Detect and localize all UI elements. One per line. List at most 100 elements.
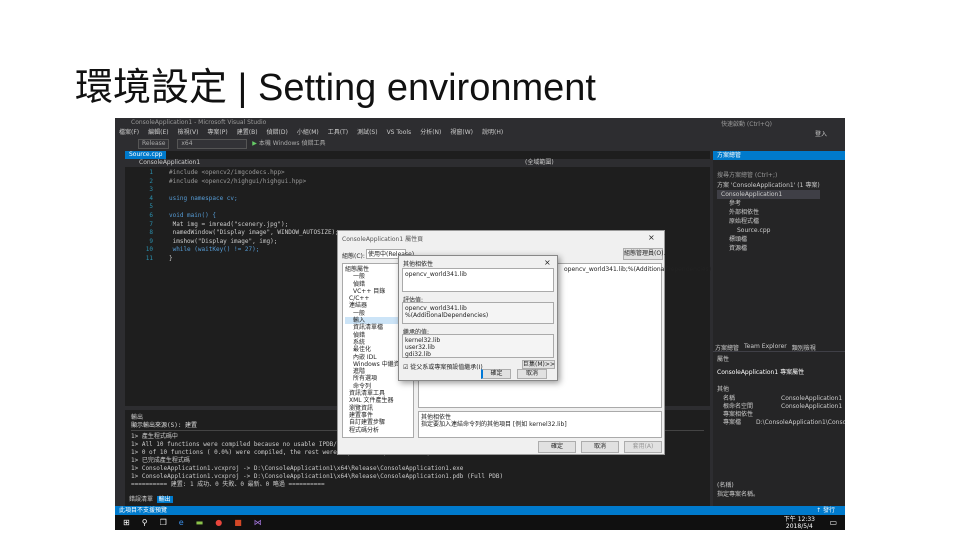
line-number: 4: [149, 194, 153, 202]
menu-item[interactable]: 檢視(V): [178, 128, 199, 138]
property-value[interactable]: ConsoleApplication1: [781, 395, 842, 403]
clock[interactable]: 下午 12:33 2018/5/4: [784, 516, 815, 530]
search-icon[interactable]: ⚲: [142, 518, 148, 527]
windows-start-icon[interactable]: ⊞: [123, 518, 130, 527]
tree-item[interactable]: Source.cpp: [717, 226, 820, 235]
help-text: 指定要加入連結命令列的其他項目 [例如 kernel32.lib]: [421, 421, 567, 428]
notification-icon[interactable]: ▭: [829, 518, 837, 527]
output-line: 1> ConsoleApplication1.vcxproj -> D:\Con…: [131, 473, 504, 480]
property-name: 根命名空間: [723, 403, 754, 410]
chrome-icon[interactable]: ●: [215, 518, 222, 527]
menu-item[interactable]: 檔案(F): [119, 128, 139, 138]
menu-item[interactable]: 編輯(E): [148, 128, 168, 138]
menu-item[interactable]: 偵錯(D): [267, 128, 288, 138]
powerpoint-icon[interactable]: ■: [234, 518, 242, 527]
eval-item: %(AdditionalDependencies): [405, 312, 489, 319]
menu-item[interactable]: 專案(P): [207, 128, 227, 138]
tree-item[interactable]: 瀏覽資訊: [345, 405, 411, 412]
run-icon[interactable]: ▶: [252, 140, 257, 147]
run-button[interactable]: 本機 Windows 偵錯工具: [259, 140, 326, 147]
code-text: }: [169, 254, 173, 262]
clock-date: 2018/5/4: [785, 522, 813, 530]
tree-item[interactable]: 標頭檔: [717, 235, 820, 244]
tree-item[interactable]: 參考: [717, 199, 820, 208]
property-name: 專案檔: [723, 419, 742, 426]
tab-output[interactable]: 輸出: [156, 496, 173, 503]
tree-item[interactable]: XML 文件產生器: [345, 397, 411, 404]
line-number: 7: [149, 220, 153, 228]
cancel-button[interactable]: 取消: [581, 441, 619, 453]
tab-source-cpp[interactable]: Source.cpp: [125, 151, 167, 159]
solution-tree: 方案 'ConsoleApplication1' (1 專案) ConsoleAp…: [717, 181, 820, 253]
code-line: 1 #include <opencv2/imgcodecs.hpp>: [125, 169, 339, 178]
property-name: 名稱: [723, 395, 736, 402]
menu-item[interactable]: 說明(H): [482, 128, 503, 138]
apply-button[interactable]: 套用(A): [624, 441, 662, 453]
editor-nav: ConsoleApplication1 (全域範圍): [125, 159, 710, 167]
nav-scope[interactable]: (全域範圍): [525, 159, 554, 167]
code-line: 4 using namespace cv;: [125, 195, 339, 204]
code-line: 3: [125, 186, 339, 195]
close-icon[interactable]: ×: [544, 258, 551, 267]
inherit-item: kernel32.lib: [405, 337, 441, 344]
inherit-checkbox-label: 從父系或專案預設值繼承(I): [410, 364, 483, 371]
line-number: 5: [149, 203, 153, 211]
macro-button[interactable]: 巨集(M)>>: [522, 360, 555, 369]
publish-button[interactable]: ↑ 發行: [816, 506, 835, 515]
properties-object[interactable]: ConsoleApplication1 專案屬性: [713, 365, 845, 378]
nav-project[interactable]: ConsoleApplication1: [139, 159, 200, 166]
quick-launch[interactable]: 快速啟動 (Ctrl+Q): [721, 119, 772, 128]
task-view-icon[interactable]: ❐: [160, 518, 167, 527]
property-value[interactable]: ConsoleApplication1: [781, 403, 842, 411]
tree-item[interactable]: 外部相依性: [717, 208, 820, 217]
platform-select[interactable]: x64: [177, 139, 248, 149]
property-row: 名稱 ConsoleApplication1: [713, 395, 845, 403]
tree-item[interactable]: 命令列: [345, 383, 411, 390]
properties-category: 其他: [717, 386, 730, 393]
desc-text: 指定專案名稱。: [717, 491, 760, 498]
deps-ok-button[interactable]: 確定: [481, 369, 511, 379]
property-name: 專案相依性: [723, 411, 754, 418]
menu-item[interactable]: 工具(T): [328, 128, 348, 138]
desc-title: (名稱): [717, 482, 734, 489]
code-text: while (waitKey() != 27);: [169, 246, 260, 254]
tree-item[interactable]: ConsoleApplication1: [717, 190, 820, 199]
tree-item[interactable]: 原始程式檔: [717, 217, 820, 226]
config-select[interactable]: Release: [138, 139, 170, 149]
line-number: 2: [149, 177, 153, 185]
property-row: 專案檔 D:\ConsoleApplication1\ConsoleApplica…: [713, 419, 845, 427]
menu-bar: 檔案(F) 編輯(E) 檢視(V) 專案(P) 建置(B) 偵錯(D) 小組(M) 工具(T)…: [115, 128, 845, 138]
visual-studio-icon[interactable]: ⋈: [254, 518, 262, 527]
line-number: 3: [149, 186, 153, 194]
menu-item[interactable]: 小組(M): [297, 128, 319, 138]
menu-item[interactable]: 測試(S): [357, 128, 378, 138]
inherit-item: gdi32.lib: [405, 351, 431, 358]
tree-item[interactable]: 程式碼分析: [345, 427, 411, 434]
menu-item[interactable]: 建置(B): [237, 128, 258, 138]
file-explorer-icon[interactable]: ▬: [196, 518, 204, 527]
code-text: namedWindow("Display image", WINDOW_AUTO…: [169, 229, 339, 237]
tree-item[interactable]: 自訂建置步驟: [345, 419, 411, 426]
taskbar: ⊞ ⚲ ❐ e ▬ ● ■ ⋈ 下午 12:33 2018/5/4 ▭: [115, 515, 845, 530]
menu-item[interactable]: 視窗(W): [450, 128, 473, 138]
edge-icon[interactable]: e: [179, 518, 184, 527]
deps-input[interactable]: opencv_world341.lib: [402, 268, 554, 292]
close-icon[interactable]: ×: [648, 233, 655, 242]
additional-deps-value[interactable]: opencv_world341.lib;%(AdditionalDependen…: [564, 266, 711, 273]
user-login[interactable]: 登入: [815, 129, 827, 138]
inherit-checkbox[interactable]: ☑ 從父系或專案預設值繼承(I): [403, 362, 483, 371]
property-value[interactable]: D:\ConsoleApplication1\ConsoleApplicatio…: [756, 419, 845, 427]
code-text: imshow("Display image", img);: [169, 237, 278, 245]
help-box: 其他相依性 指定要加入連結命令列的其他項目 [例如 kernel32.lib]: [418, 411, 662, 438]
config-manager-button[interactable]: 組態管理員(O)...: [623, 248, 669, 260]
ok-button[interactable]: 確定: [538, 441, 576, 453]
deps-cancel-button[interactable]: 取消: [517, 369, 547, 379]
tree-item[interactable]: 資源檔: [717, 244, 820, 253]
line-number: 9: [149, 237, 153, 245]
menu-item[interactable]: 分析(N): [420, 128, 441, 138]
menu-item[interactable]: VS Tools: [387, 128, 412, 138]
solution-search[interactable]: 搜尋方案總管 (Ctrl+;): [717, 170, 777, 179]
code-text: Mat img = imread("scenery.jpg");: [169, 220, 289, 228]
tree-item[interactable]: 方案 'ConsoleApplication1' (1 專案): [717, 181, 820, 190]
tab-error-list[interactable]: 錯誤清單: [129, 496, 153, 503]
